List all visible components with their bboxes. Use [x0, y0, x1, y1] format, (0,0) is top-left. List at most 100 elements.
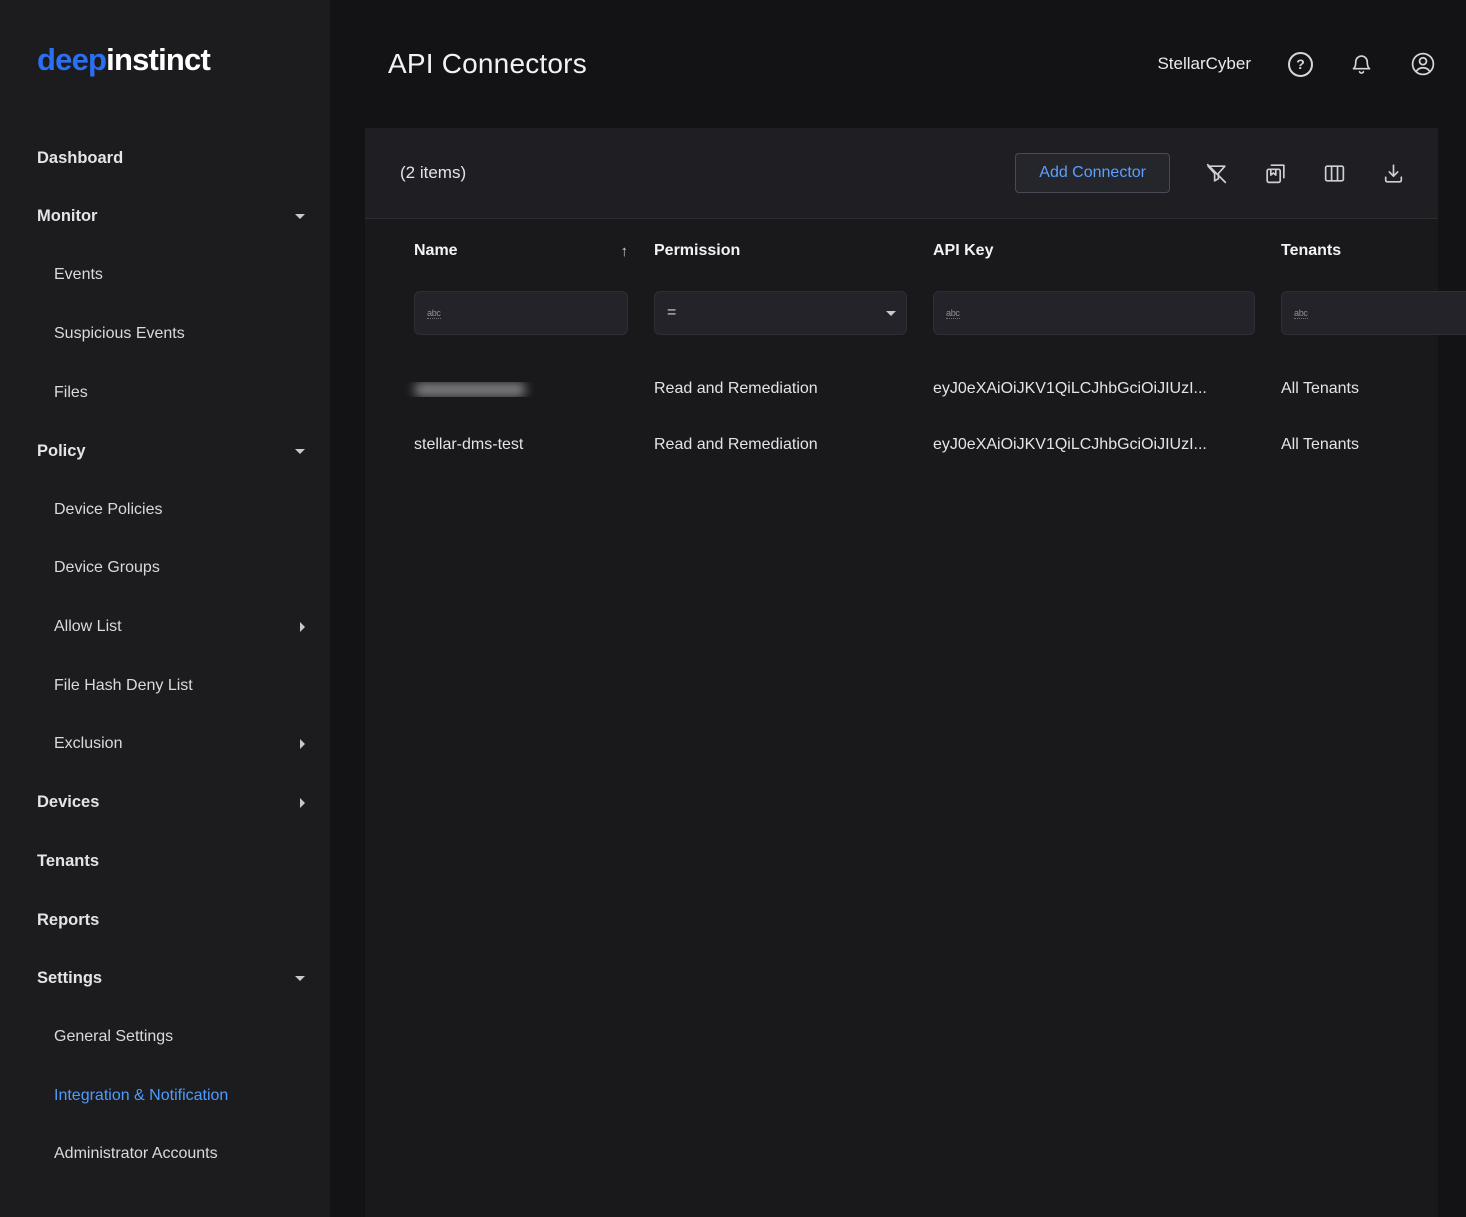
name-filter-cell: abc — [400, 291, 640, 335]
api-connectors-panel: (2 items) Add Connector — [365, 128, 1438, 1217]
column-header-name[interactable]: Name ↑ — [400, 242, 640, 260]
clear-filters-button[interactable] — [1204, 161, 1229, 186]
table-toolbar: (2 items) Add Connector — [365, 128, 1438, 219]
chevron-right-icon — [300, 798, 305, 808]
download-icon — [1381, 161, 1406, 186]
sidebar-item-label: Dashboard — [37, 149, 123, 168]
sidebar-item-dashboard[interactable]: Dashboard — [0, 129, 330, 188]
table-row[interactable]: stellar-dms-test Read and Remediation ey… — [365, 417, 1438, 473]
sidebar-item-label: Files — [54, 384, 88, 402]
sidebar-item-policy[interactable]: Policy — [0, 422, 330, 481]
top-bar-actions: StellarCyber ? — [1157, 51, 1436, 77]
sidebar-item-label: File Hash Deny List — [54, 677, 193, 695]
name-filter[interactable]: abc — [414, 291, 628, 335]
cell-api-key: eyJ0eXAiOiJKV1QiLCJhbGciOiJIUzI... — [919, 380, 1267, 398]
notifications-button[interactable] — [1350, 53, 1373, 76]
sidebar-item-label: Allow List — [54, 618, 122, 636]
redacted-name — [414, 382, 526, 397]
cell-tenants: All Tenants — [1267, 380, 1424, 398]
sidebar-item-general-settings[interactable]: General Settings — [0, 1008, 330, 1067]
sidebar-item-label: Devices — [37, 793, 99, 812]
tenants-filter-input[interactable] — [1317, 305, 1466, 322]
export-button[interactable] — [1381, 161, 1406, 186]
sidebar-item-label: Events — [54, 266, 103, 284]
items-count: (2 items) — [400, 163, 466, 183]
cell-name: stellar-dms-test — [400, 436, 640, 454]
chevron-down-icon — [295, 976, 305, 981]
cell-api-key: eyJ0eXAiOiJKV1QiLCJhbGciOiJIUzI... — [919, 436, 1267, 454]
permission-filter-cell: = — [640, 291, 919, 335]
add-connector-button[interactable]: Add Connector — [1015, 153, 1170, 193]
sidebar-item-events[interactable]: Events — [0, 246, 330, 305]
sidebar-item-label: Integration & Notification — [54, 1087, 228, 1105]
column-header-label: Tenants — [1281, 242, 1341, 260]
page-title: API Connectors — [388, 48, 587, 80]
saved-views-button[interactable] — [1263, 161, 1288, 186]
column-header-api-key[interactable]: API Key — [919, 242, 1267, 260]
column-header-label: Name — [414, 242, 458, 260]
column-header-permission[interactable]: Permission — [640, 242, 919, 260]
sidebar-item-label: Device Policies — [54, 501, 162, 519]
permission-filter-dropdown[interactable]: = — [654, 291, 907, 335]
logo-text-instinct: instinct — [106, 42, 210, 77]
cell-tenants: All Tenants — [1267, 436, 1424, 454]
toolbar-actions: Add Connector — [1015, 153, 1406, 193]
sidebar-item-administrator-accounts[interactable]: Administrator Accounts — [0, 1125, 330, 1184]
sidebar-item-device-policies[interactable]: Device Policies — [0, 481, 330, 540]
chevron-down-icon — [295, 214, 305, 219]
sidebar-item-label: Settings — [37, 969, 102, 988]
sidebar-item-device-groups[interactable]: Device Groups — [0, 539, 330, 598]
sidebar-item-suspicious-events[interactable]: Suspicious Events — [0, 305, 330, 364]
api-key-filter-cell: abc — [919, 291, 1267, 335]
sidebar-item-label: Monitor — [37, 207, 97, 226]
text-filter-icon: abc — [427, 308, 441, 319]
equals-operator-icon: = — [667, 304, 676, 322]
sidebar-item-tenants[interactable]: Tenants — [0, 832, 330, 891]
sidebar-item-exclusion[interactable]: Exclusion — [0, 715, 330, 774]
text-filter-icon: abc — [946, 308, 960, 319]
column-header-label: API Key — [933, 242, 993, 260]
sidebar-item-allow-list[interactable]: Allow List — [0, 598, 330, 657]
sidebar-item-monitor[interactable]: Monitor — [0, 188, 330, 247]
bell-icon — [1350, 53, 1373, 76]
sidebar-item-file-hash-deny-list[interactable]: File Hash Deny List — [0, 656, 330, 715]
table-filter-row: abc = abc abc — [365, 283, 1438, 343]
sidebar-item-label: Reports — [37, 911, 99, 930]
sidebar-item-label: General Settings — [54, 1028, 173, 1046]
sidebar: deepinstinct Dashboard Monitor Events Su… — [0, 0, 330, 1217]
filter-off-icon — [1204, 161, 1229, 186]
tenant-name: StellarCyber — [1157, 54, 1251, 74]
chevron-down-icon — [295, 449, 305, 454]
api-key-filter[interactable]: abc — [933, 291, 1255, 335]
table-header-row: Name ↑ Permission API Key Tenants — [365, 219, 1438, 283]
tenants-filter[interactable]: abc — [1281, 291, 1466, 335]
cell-permission: Read and Remediation — [640, 380, 919, 398]
sidebar-item-integration-notification[interactable]: Integration & Notification — [0, 1067, 330, 1126]
sidebar-item-label: Policy — [37, 442, 86, 461]
column-header-label: Permission — [654, 242, 740, 260]
table-body: Read and Remediation eyJ0eXAiOiJKV1QiLCJ… — [365, 343, 1438, 473]
chevron-right-icon — [300, 739, 305, 749]
cell-permission: Read and Remediation — [640, 436, 919, 454]
cell-name — [400, 382, 640, 397]
text-filter-icon: abc — [1294, 308, 1308, 319]
sidebar-item-devices[interactable]: Devices — [0, 774, 330, 833]
sidebar-item-label: Administrator Accounts — [54, 1145, 218, 1163]
table-row[interactable]: Read and Remediation eyJ0eXAiOiJKV1QiLCJ… — [365, 361, 1438, 417]
api-key-filter-input[interactable] — [969, 305, 1244, 322]
column-header-tenants[interactable]: Tenants — [1267, 242, 1424, 260]
sidebar-item-settings[interactable]: Settings — [0, 949, 330, 1008]
sidebar-item-files[interactable]: Files — [0, 363, 330, 422]
account-icon — [1410, 51, 1436, 77]
sidebar-item-label: Device Groups — [54, 559, 160, 577]
name-filter-input[interactable] — [450, 305, 617, 322]
help-icon: ? — [1288, 52, 1313, 77]
sidebar-item-label: Exclusion — [54, 735, 122, 753]
saved-views-icon — [1263, 161, 1288, 186]
chevron-right-icon — [300, 622, 305, 632]
sidebar-item-label: Tenants — [37, 852, 99, 871]
columns-button[interactable] — [1322, 161, 1347, 186]
account-button[interactable] — [1410, 51, 1436, 77]
sidebar-item-reports[interactable]: Reports — [0, 891, 330, 950]
help-button[interactable]: ? — [1288, 52, 1313, 77]
